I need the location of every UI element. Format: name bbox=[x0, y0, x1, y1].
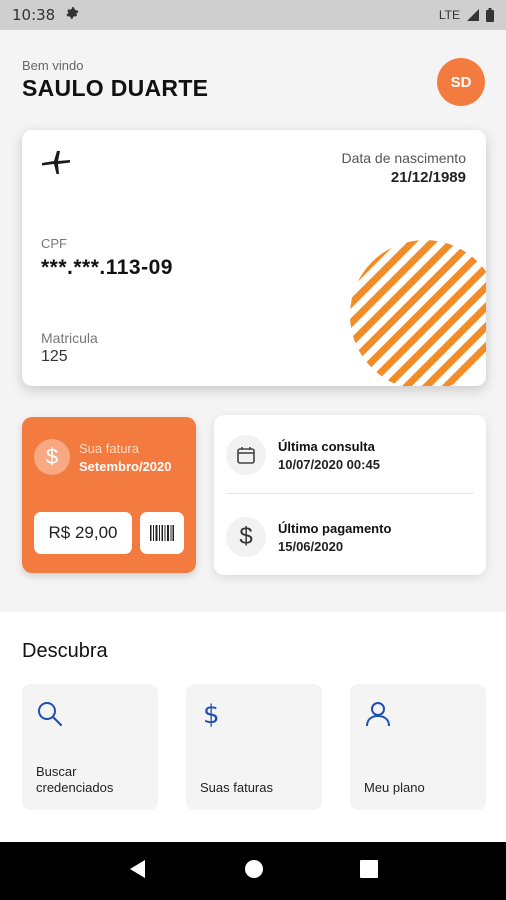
battery-icon bbox=[486, 8, 494, 22]
discover-title: Descubra bbox=[22, 640, 108, 662]
last-payment-row[interactable]: $ Último pagamento 15/06/2020 bbox=[226, 507, 474, 567]
person-icon bbox=[364, 700, 392, 733]
last-consult-value: 10/07/2020 00:45 bbox=[278, 456, 380, 472]
home-circle-icon[interactable] bbox=[243, 858, 265, 885]
tile-suas-faturas[interactable]: $ Suas faturas bbox=[186, 684, 322, 810]
search-icon bbox=[36, 700, 64, 733]
matricula-value: 125 bbox=[41, 348, 68, 365]
matricula-label: Matricula bbox=[41, 330, 98, 346]
member-card[interactable]: Data de nascimento 21/12/1989 CPF ***.**… bbox=[22, 130, 486, 386]
barcode-button[interactable] bbox=[140, 512, 184, 554]
dollar-icon: $ bbox=[226, 517, 266, 557]
avatar[interactable]: SD bbox=[437, 58, 485, 106]
tile-meu-plano[interactable]: Meu plano bbox=[350, 684, 486, 810]
invoice-label: Sua fatura bbox=[79, 441, 139, 456]
network-type: LTE bbox=[438, 8, 460, 22]
dob-label: Data de nascimento bbox=[341, 150, 466, 166]
status-right: LTE bbox=[439, 8, 494, 22]
dob-value: 21/12/1989 bbox=[390, 169, 466, 186]
dollar-icon: $ bbox=[200, 700, 224, 733]
svg-text:$: $ bbox=[203, 700, 220, 728]
status-time: 10:38 bbox=[12, 6, 56, 24]
system-navbar bbox=[0, 842, 506, 900]
gear-icon bbox=[65, 6, 79, 24]
invoice-amount-button[interactable]: R$ 29,00 bbox=[34, 512, 132, 554]
last-payment-value: 15/06/2020 bbox=[278, 538, 344, 554]
cpf-label: CPF bbox=[41, 236, 67, 251]
invoice-card[interactable]: $ Sua fatura Setembro/2020 R$ 29,00 bbox=[22, 417, 196, 573]
activity-info-card: Última consulta 10/07/2020 00:45 $ Últim… bbox=[214, 415, 486, 575]
calendar-icon bbox=[226, 435, 266, 475]
last-payment-label: Último pagamento bbox=[278, 520, 392, 536]
discover-section: Descubra Buscar credenciados $ Suas fatu… bbox=[0, 612, 506, 842]
tile-buscar-credenciados[interactable]: Buscar credenciados bbox=[22, 684, 158, 810]
welcome-header: Bem vindo SAULO DUARTE bbox=[22, 58, 208, 102]
dollar-icon: $ bbox=[34, 439, 70, 475]
recent-square-icon[interactable] bbox=[359, 859, 379, 884]
info-divider bbox=[226, 493, 474, 494]
back-triangle-icon[interactable] bbox=[127, 858, 149, 885]
last-consult-label: Última consulta bbox=[278, 438, 375, 454]
last-consult-row[interactable]: Última consulta 10/07/2020 00:45 bbox=[226, 425, 474, 485]
cpf-value: ***.***.113-09 bbox=[41, 256, 173, 279]
barcode-icon bbox=[150, 525, 174, 541]
tile-label: Meu plano bbox=[364, 780, 425, 795]
welcome-text: Bem vindo bbox=[22, 58, 84, 73]
striped-circle-decoration bbox=[350, 240, 486, 386]
user-name: SAULO DUARTE bbox=[22, 75, 209, 101]
signal-icon bbox=[467, 9, 479, 21]
tile-label: Buscar credenciados bbox=[36, 764, 114, 795]
status-bar: 10:38 LTE bbox=[0, 0, 506, 30]
plane-logo-icon bbox=[40, 148, 72, 181]
tile-label: Suas faturas bbox=[200, 780, 273, 795]
invoice-month: Setembro/2020 bbox=[79, 459, 172, 474]
